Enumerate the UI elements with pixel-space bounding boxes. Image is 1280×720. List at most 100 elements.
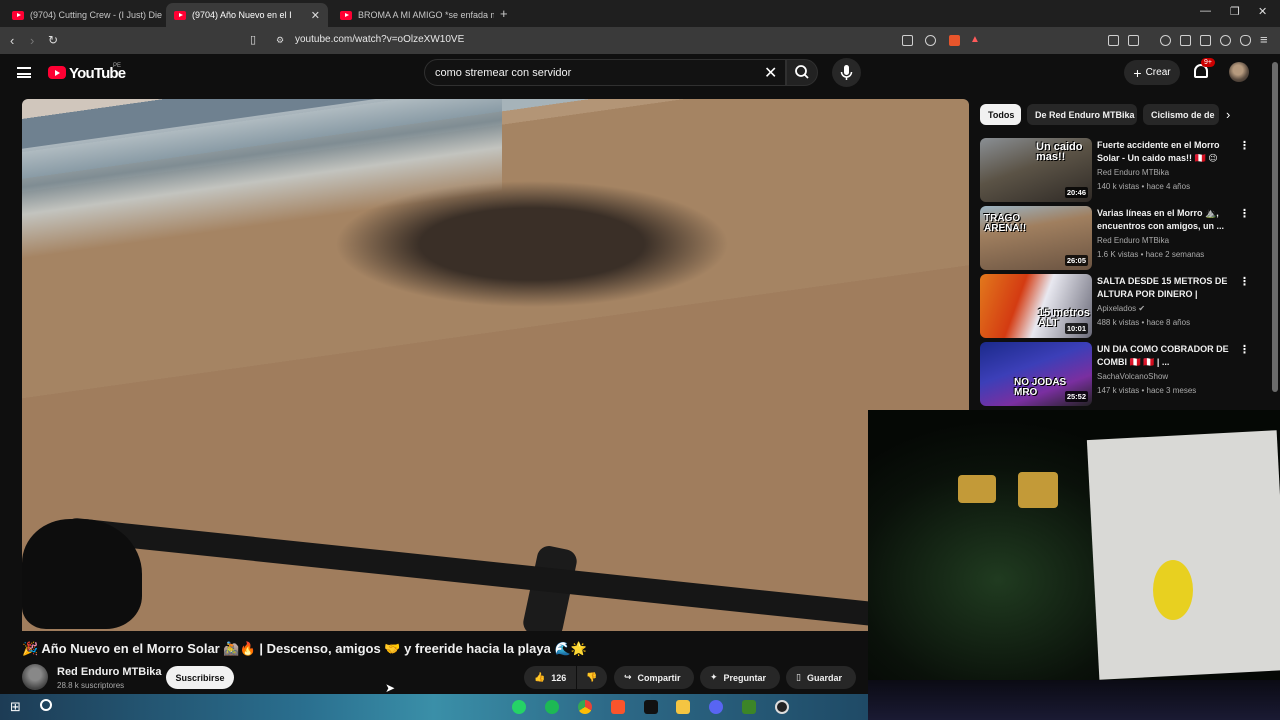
like-button[interactable]: 👍 126 (524, 666, 576, 689)
discord-icon[interactable] (709, 700, 723, 714)
rec-title[interactable]: Varias líneas en el Morro ⛰️, encuentros… (1097, 207, 1235, 233)
chip-channel[interactable]: De Red Enduro MTBika (1027, 104, 1137, 125)
recommended-video[interactable]: 15 metros ALT 10:01 SALTA DESDE 15 METRO… (980, 274, 1250, 338)
close-tab-icon[interactable]: ✕ (311, 9, 320, 22)
hamburger-menu-icon[interactable] (17, 67, 31, 78)
browser-tab[interactable]: BROMA A MI AMIGO *se enfada mu (332, 3, 494, 27)
rec-channel[interactable]: Red Enduro MTBika (1097, 236, 1169, 245)
voice-search-button[interactable] (832, 58, 861, 87)
rec-channel[interactable]: Red Enduro MTBika (1097, 168, 1169, 177)
brave-shield-icon[interactable] (949, 35, 960, 46)
browser-tab[interactable]: (9704) Cutting Crew - (I Just) Died In (4, 3, 162, 27)
tiktok-icon[interactable] (644, 700, 658, 714)
video-thumbnail[interactable]: 15 metros ALT 10:01 (980, 274, 1092, 338)
obs-icon[interactable] (775, 700, 789, 714)
search-button[interactable] (786, 59, 818, 86)
more-options-icon[interactable]: ⋮ (1239, 343, 1250, 356)
create-button[interactable]: + Crear (1124, 60, 1180, 85)
site-info-icon[interactable]: ⚙ (276, 35, 284, 46)
reload-icon[interactable]: ↻ (48, 33, 58, 47)
new-tab-icon[interactable]: + (500, 6, 508, 21)
leo-ai-icon[interactable] (1220, 35, 1231, 46)
chip-cycling[interactable]: Ciclismo de de (1143, 104, 1219, 125)
minimize-icon[interactable]: — (1200, 5, 1211, 17)
back-icon[interactable]: ‹ (10, 33, 14, 48)
rec-channel[interactable]: Apixelados ✔ (1097, 304, 1145, 313)
wallet-icon[interactable] (1200, 35, 1211, 46)
notification-count-badge: 9+ (1201, 58, 1215, 67)
recommended-video[interactable]: Un caido mas!! 20:46 Fuerte accidente en… (980, 138, 1250, 202)
sidebar-icon[interactable] (1180, 35, 1191, 46)
rewards-icon[interactable]: ▲ (970, 34, 980, 45)
url-field[interactable]: youtube.com/watch?v=oOlzeXW10VE (295, 34, 464, 45)
rec-title[interactable]: Fuerte accidente en el Morro Solar - Un … (1097, 139, 1235, 165)
video-thumbnail[interactable]: Un caido mas!! 20:46 (980, 138, 1092, 202)
share-page-icon[interactable] (925, 35, 936, 46)
clear-search-icon[interactable]: ✕ (764, 63, 777, 83)
brave-icon[interactable] (611, 700, 625, 714)
vpn-icon[interactable] (1240, 35, 1251, 46)
bookmark-icon[interactable]: ▯ (250, 33, 256, 46)
forward-icon[interactable]: › (30, 33, 34, 48)
share-button[interactable]: ↪ Compartir (614, 666, 694, 689)
chevron-right-icon[interactable]: › (1226, 107, 1230, 122)
thumbnail-caption: Un caido mas!! (1036, 141, 1083, 163)
browser-tab-active[interactable]: (9704) Año Nuevo en el I ✕ (166, 3, 328, 27)
menu-icon[interactable]: ≡ (1260, 32, 1268, 47)
save-button[interactable]: ▯ Guardar (786, 666, 856, 689)
extensions-icon[interactable] (1108, 35, 1119, 46)
media-icon[interactable] (1160, 35, 1171, 46)
subscribe-button[interactable]: Suscribirse (166, 666, 234, 689)
whatsapp-icon[interactable] (512, 700, 526, 714)
close-window-icon[interactable]: ✕ (1258, 5, 1267, 18)
create-label: Crear (1145, 67, 1171, 78)
verified-icon: ✔ (1138, 304, 1146, 313)
plus-icon: + (1133, 64, 1142, 81)
webcam-object (958, 475, 996, 503)
minecraft-icon[interactable] (742, 700, 756, 714)
rec-meta: 147 k vistas • hace 3 meses (1097, 386, 1197, 395)
channel-avatar[interactable] (22, 664, 48, 690)
windows-start-icon[interactable]: ⊞ (10, 699, 21, 715)
cast-icon[interactable] (902, 35, 913, 46)
search-box[interactable]: como stremear con servidor ✕ (424, 59, 786, 86)
video-title: 🎉 Año Nuevo en el Morro Solar 🚵🔥 | Desce… (22, 641, 587, 656)
youtube-logo-icon[interactable] (48, 66, 66, 79)
screenshot-icon[interactable] (1128, 35, 1139, 46)
webcam-keyboard (868, 680, 1280, 720)
tab-title: (9704) Año Nuevo en el I (192, 10, 292, 20)
search-input[interactable]: como stremear con servidor (435, 67, 571, 79)
spotify-icon[interactable] (545, 700, 559, 714)
rec-channel[interactable]: SachaVolcanoShow (1097, 372, 1168, 381)
rec-title[interactable]: UN DIA COMO COBRADOR DE COMBI 🇵🇪 🇵🇪 | ..… (1097, 343, 1235, 369)
share-label: Compartir (637, 672, 681, 683)
rec-title[interactable]: SALTA DESDE 15 METROS DE ALTURA POR DINE… (1097, 275, 1235, 301)
video-frame-sea (22, 99, 502, 259)
chip-all[interactable]: Todos (980, 104, 1021, 125)
more-options-icon[interactable]: ⋮ (1239, 139, 1250, 152)
dislike-button[interactable]: 👎 (577, 666, 607, 689)
chrome-icon[interactable] (578, 700, 592, 714)
taskbar-search-icon[interactable] (40, 699, 52, 711)
file-explorer-icon[interactable] (676, 700, 690, 714)
video-thumbnail[interactable]: NO JODAS MRO 25:52 (980, 342, 1092, 406)
address-bar: ‹ › ↻ ▯ ⚙ youtube.com/watch?v=oOlzeXW10V… (0, 27, 1280, 54)
recommended-video[interactable]: NO JODAS MRO 25:52 UN DIA COMO COBRADOR … (980, 342, 1250, 406)
ask-button[interactable]: ✦ Preguntar (700, 666, 780, 689)
video-player[interactable] (22, 99, 969, 631)
restore-icon[interactable]: ❐ (1230, 5, 1240, 18)
page-scrollbar[interactable] (1272, 62, 1278, 392)
account-avatar[interactable] (1229, 62, 1249, 82)
youtube-favicon-icon (12, 10, 24, 20)
duration-badge: 26:05 (1064, 255, 1088, 266)
more-options-icon[interactable]: ⋮ (1239, 275, 1250, 288)
more-options-icon[interactable]: ⋮ (1239, 207, 1250, 220)
ask-label: Preguntar (723, 672, 767, 683)
youtube-header: YouTube PE como stremear con servidor ✕ … (0, 54, 1280, 94)
save-label: Guardar (806, 672, 842, 683)
video-frame-glove (22, 519, 142, 629)
recommended-video[interactable]: TRAGO ARENA!! 26:05 Varias líneas en el … (980, 206, 1250, 270)
video-thumbnail[interactable]: TRAGO ARENA!! 26:05 (980, 206, 1092, 270)
channel-name[interactable]: Red Enduro MTBika (57, 666, 162, 678)
duration-badge: 20:46 (1064, 187, 1088, 198)
